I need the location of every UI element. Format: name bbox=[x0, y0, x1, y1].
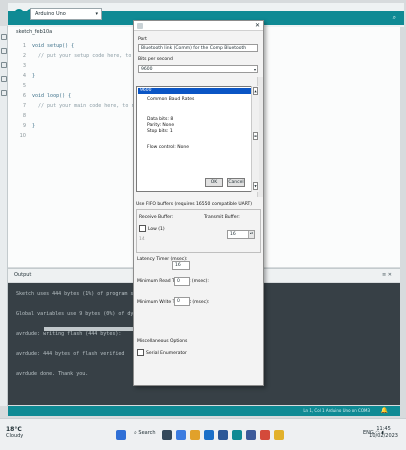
line-number: 2 bbox=[22, 53, 26, 59]
weather-temp: 18°C bbox=[6, 426, 22, 433]
sketchbook-icon[interactable] bbox=[1, 34, 7, 40]
chevron-down-icon: ▾ bbox=[95, 11, 98, 17]
close-icon[interactable]: ✕ bbox=[255, 22, 260, 29]
fifo-label: Use FIFO buffers (requires 16550 compati… bbox=[136, 202, 253, 207]
serial-enumerator-checkbox[interactable] bbox=[137, 349, 144, 356]
taskbar-clock[interactable]: 11:45 10/02/2023 bbox=[369, 426, 398, 440]
clock-time: 11:45 bbox=[376, 426, 391, 432]
line-number: 4 bbox=[22, 73, 26, 79]
misc-label: Miscellaneous Options bbox=[137, 339, 188, 344]
baud-value: 9600 bbox=[141, 67, 153, 72]
start-icon[interactable] bbox=[116, 430, 126, 440]
app-icon[interactable] bbox=[246, 430, 256, 440]
latency-value: 16 bbox=[175, 263, 181, 268]
dropdown-item[interactable]: Stop bits: 1 bbox=[147, 129, 173, 134]
sketch-tab[interactable]: sketch_feb10a bbox=[16, 29, 52, 35]
serial-enumerator-label: Serial Enumerator bbox=[146, 351, 187, 356]
port-settings-dialog: ✕ Port Bluetooth link (Comm) for the Com… bbox=[133, 20, 264, 386]
task-view-icon[interactable] bbox=[162, 430, 172, 440]
weather-condition: Cloudy bbox=[6, 433, 24, 439]
receive-value: 14 bbox=[139, 237, 145, 242]
arduino-icon[interactable] bbox=[232, 430, 242, 440]
app-icon-2[interactable] bbox=[260, 430, 270, 440]
board-selector[interactable]: Arduino Uno ▾ bbox=[30, 8, 102, 20]
baud-dropdown-list: 9600 Common Baud Rates Data bits: 8 Parity… bbox=[136, 86, 254, 192]
line-number: 5 bbox=[22, 83, 26, 89]
ok-button[interactable]: OK bbox=[205, 178, 223, 187]
baud-label: Bits per second bbox=[138, 57, 173, 62]
dropdown-item[interactable]: Parity: None bbox=[147, 123, 174, 128]
min-write-field[interactable]: 0 bbox=[174, 297, 190, 306]
min-write-value: 0 bbox=[177, 299, 180, 304]
ide-sidebar bbox=[0, 26, 8, 406]
dropdown-item[interactable]: Data bits: 8 bbox=[147, 117, 173, 122]
status-bar: Ln 1, Col 1 Arduino Uno on COM3 🔔 bbox=[8, 406, 400, 416]
search-label: Search bbox=[138, 430, 156, 436]
boards-manager-icon[interactable] bbox=[1, 48, 7, 54]
min-read-field[interactable]: 0 bbox=[174, 277, 190, 286]
chat-icon[interactable] bbox=[176, 430, 186, 440]
edge-icon[interactable] bbox=[204, 430, 214, 440]
search-icon: ⌕ bbox=[134, 430, 137, 436]
taskbar bbox=[0, 418, 406, 450]
latency-field[interactable]: 16 bbox=[172, 261, 190, 270]
file-explorer-icon[interactable] bbox=[190, 430, 200, 440]
dropdown-selected-item[interactable]: 9600 bbox=[138, 88, 252, 94]
search-icon[interactable] bbox=[1, 90, 7, 96]
transmit-buffer-label: Transmit Buffer: bbox=[204, 215, 240, 220]
port-field[interactable]: Bluetooth link (Comm) for the Comp Bluet… bbox=[138, 44, 258, 52]
store-icon[interactable] bbox=[218, 430, 228, 440]
output-line: avrdude: writing flash (444 bytes): bbox=[16, 331, 122, 337]
dialog-app-icon bbox=[137, 23, 143, 29]
line-number: 6 bbox=[22, 93, 26, 99]
min-read-label: Minimum Read Timeout (msec): bbox=[137, 279, 209, 284]
spinner-icon[interactable]: ▴▾ bbox=[248, 231, 254, 238]
clock-date: 10/02/2023 bbox=[369, 433, 398, 439]
serial-monitor-icon[interactable]: ⌕ bbox=[393, 14, 396, 22]
receive-buffer-label: Receive Buffer: bbox=[139, 215, 174, 220]
library-manager-icon[interactable] bbox=[1, 62, 7, 68]
dropdown-scrollbar[interactable]: ▲ ▬ ▼ bbox=[251, 86, 259, 192]
code-line[interactable]: } bbox=[32, 123, 35, 129]
port-label: Port bbox=[138, 37, 147, 42]
clear-output-icon[interactable]: ≡ ✕ bbox=[382, 272, 392, 278]
low-label: Low (1) bbox=[148, 227, 165, 232]
serial-enumerator-option[interactable]: Serial Enumerator bbox=[137, 349, 187, 356]
scroll-up-icon[interactable]: ▲ bbox=[253, 87, 258, 95]
notification-bell-icon[interactable]: 🔔 bbox=[381, 407, 388, 414]
output-title: Output bbox=[14, 272, 32, 278]
line-number: 1 bbox=[22, 43, 26, 49]
line-number: 10 bbox=[19, 133, 26, 139]
chevron-down-icon: ▾ bbox=[253, 67, 256, 72]
board-name: Arduino Uno bbox=[35, 11, 66, 17]
scroll-down-icon[interactable]: ▼ bbox=[253, 182, 258, 190]
code-line[interactable]: void loop() { bbox=[32, 93, 71, 99]
dialog-title-bar: ✕ bbox=[134, 21, 263, 31]
output-line: avrdude done. Thank you. bbox=[16, 371, 89, 377]
line-number: 7 bbox=[22, 103, 26, 109]
low-option[interactable]: Low (1) bbox=[139, 225, 165, 232]
code-line[interactable]: } bbox=[32, 73, 35, 79]
status-text: Ln 1, Col 1 Arduino Uno on COM3 bbox=[303, 408, 370, 413]
low-checkbox[interactable] bbox=[139, 225, 146, 232]
transmit-buffer-field[interactable]: 16 ▴▾ bbox=[227, 230, 255, 239]
min-read-value: 0 bbox=[177, 279, 180, 284]
taskbar-search[interactable]: ⌕ Search bbox=[134, 430, 156, 436]
code-line[interactable]: void setup() { bbox=[32, 43, 74, 49]
line-number: 3 bbox=[22, 63, 26, 69]
weather-widget[interactable]: 18°C Cloudy bbox=[6, 426, 23, 439]
receive-buffer-value-label: 14 bbox=[139, 237, 145, 242]
scroll-middle-icon[interactable]: ▬ bbox=[253, 132, 258, 140]
line-number: 9 bbox=[22, 123, 26, 129]
output-line: avrdude: 444 bytes of flash verified bbox=[16, 351, 125, 357]
line-number: 8 bbox=[22, 113, 26, 119]
transmit-value: 16 bbox=[230, 232, 236, 237]
app-icon-3[interactable] bbox=[274, 430, 284, 440]
dropdown-item[interactable]: Common Baud Rates bbox=[147, 97, 194, 102]
baud-combo[interactable]: 9600 ▾ bbox=[138, 65, 258, 73]
debug-icon[interactable] bbox=[1, 76, 7, 82]
cancel-button[interactable]: Cancel bbox=[227, 178, 245, 187]
dropdown-item[interactable]: Flow control: None bbox=[147, 145, 189, 150]
